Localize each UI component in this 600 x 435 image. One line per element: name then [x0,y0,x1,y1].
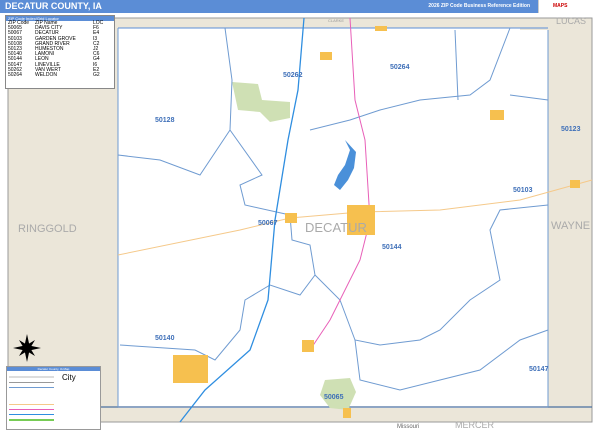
edition-label: 2026 ZIP Code Business Reference Edition [428,3,530,9]
index-cell: 50264 [8,71,22,78]
zip-label: 50067 [258,220,278,227]
key-city-sample: City [62,373,76,382]
publisher-logo: MAPS [538,0,600,13]
index-cell: WELDON [35,71,57,78]
county-label-clarke: CLARKE [328,18,345,23]
city-decatur [285,213,297,223]
zip-label: 50065 [324,394,344,401]
zip-label: 50140 [155,335,175,342]
city-van-wert [320,52,332,60]
city-davis-city [302,340,314,352]
county-label-decatur: DECATUR [305,220,367,235]
county-label-lucas: LUCAS [556,16,587,26]
zip-label: 50262 [283,72,303,79]
city-humeston [570,180,580,188]
zip-index-table: ZIP Code Index/Grid Locator ZIP Code ZIP … [5,15,115,89]
zip-label: 50264 [390,64,410,71]
city-garden-grove [490,110,504,120]
county-label-ringgold: RINGGOLD [18,223,77,235]
zip-label: 50103 [513,187,533,194]
zip-label: 50144 [382,244,402,251]
map-title: DECATUR COUNTY, IA [5,1,102,11]
index-cell: G2 [93,71,100,78]
header-bar: DECATUR COUNTY, IA 2026 ZIP Code Busines… [0,0,600,13]
index-row: 50264 WELDON G2 [6,71,114,78]
zip-label: 50147 [529,366,549,373]
city-weldon [375,26,387,31]
state-label-missouri: Missouri [397,424,420,430]
zip-label: 50128 [155,117,175,124]
county-label-mercer: MERCER [455,420,495,430]
city-lamoni [173,355,208,383]
city-lineville [343,408,351,418]
county-label-wayne: WAYNE [551,220,591,232]
zip-label: 50123 [561,126,581,133]
map-key: Decatur County, IA Map City [6,366,101,430]
